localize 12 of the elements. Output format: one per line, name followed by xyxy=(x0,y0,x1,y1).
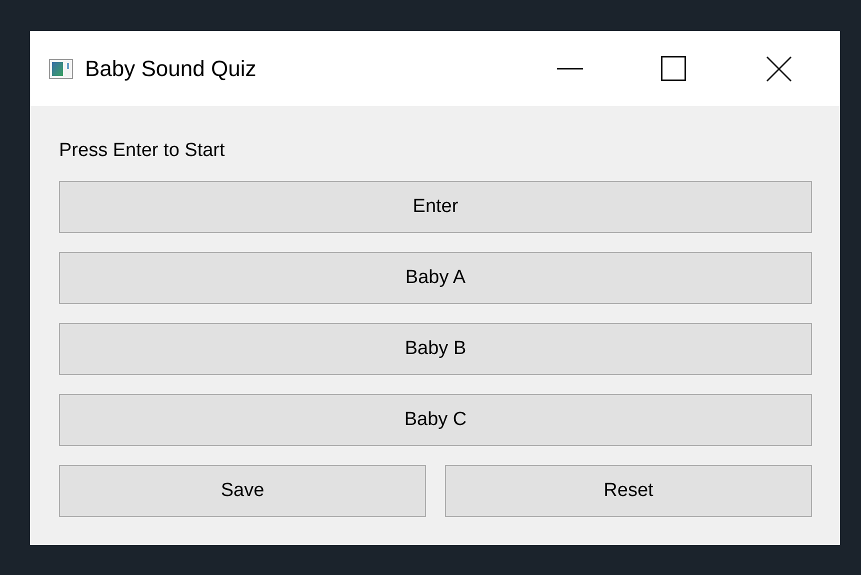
prompt-label: Press Enter to Start xyxy=(59,140,225,162)
push-button[interactable]: Baby A xyxy=(59,252,812,304)
push-button[interactable]: Baby B xyxy=(59,323,812,375)
minimize-icon[interactable] xyxy=(557,68,583,70)
close-icon[interactable] xyxy=(766,56,792,82)
maximize-icon[interactable] xyxy=(661,56,686,81)
push-button[interactable]: Baby C xyxy=(59,394,812,446)
app-icon xyxy=(49,58,73,78)
window-title: Baby Sound Quiz xyxy=(85,55,256,83)
push-button[interactable]: Save xyxy=(59,465,426,517)
push-button[interactable]: Reset xyxy=(445,465,812,517)
push-button[interactable]: Enter xyxy=(59,181,812,233)
